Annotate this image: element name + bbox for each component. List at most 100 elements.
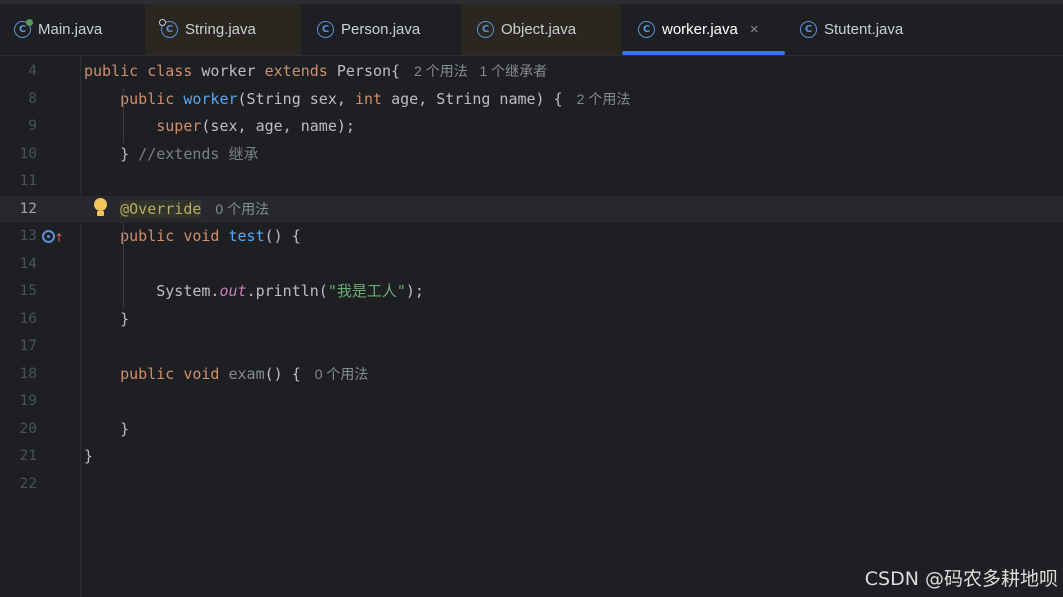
usage-hint[interactable]: 0 个用法 — [215, 201, 269, 217]
tab-object-java[interactable]: C Object.java — [461, 4, 621, 55]
code-token: (sex, age, name); — [201, 117, 355, 135]
line-number: 20 — [19, 420, 37, 437]
code-token: } — [84, 447, 94, 465]
line-number: 22 — [19, 475, 37, 492]
line-number: 21 — [19, 448, 37, 464]
line-number: 13 — [19, 228, 37, 244]
code-text: public void test() { — [84, 223, 301, 250]
class-icon: C — [638, 21, 655, 38]
code-line[interactable]: 13 public void test() { ↑ — [0, 223, 1063, 250]
code-token: out — [219, 282, 247, 300]
tab-worker-java[interactable]: C worker.java × — [622, 4, 785, 55]
code-token: public — [84, 62, 148, 80]
line-number: 15 — [19, 283, 37, 299]
line-number: 18 — [19, 365, 37, 382]
code-token: () { — [264, 227, 301, 245]
tab-label: Object.java — [501, 21, 577, 38]
watermark: CSDN @码农多耕地呗 — [864, 568, 1058, 590]
tab-stutent-java[interactable]: C Stutent.java — [785, 4, 945, 55]
code-text: super(sex, age, name); — [84, 113, 355, 140]
code-token: public — [120, 227, 184, 245]
code-line[interactable]: 15 System.out.println("我是工人"); — [0, 278, 1063, 305]
line-number: 16 — [19, 310, 37, 327]
code-token: super — [156, 117, 202, 135]
code-token: worker — [183, 89, 238, 108]
usage-hint[interactable]: 0 个用法 — [315, 366, 369, 382]
code-token: (String sex, — [237, 89, 355, 108]
line-number: 10 — [19, 145, 37, 162]
code-token: public — [120, 89, 184, 108]
code-token: } — [84, 419, 130, 438]
code-text: System.out.println("我是工人"); — [84, 278, 424, 305]
code-token: worker — [201, 62, 265, 80]
code-token: class — [147, 62, 202, 80]
tab-label: worker.java — [662, 21, 738, 38]
code-text: } //extends 继承 — [84, 141, 259, 168]
indent-guide — [123, 225, 124, 308]
code-token: test — [228, 227, 265, 245]
code-token: () { — [264, 364, 301, 383]
class-locked-icon: C — [159, 19, 178, 38]
tab-main-java[interactable]: C Main.java — [0, 4, 145, 55]
code-token: "我是工人" — [327, 282, 406, 300]
code-token: exam — [228, 364, 265, 383]
code-text: } — [84, 443, 93, 470]
code-token: //extends 继承 — [138, 144, 259, 163]
line-number: 4 — [28, 63, 37, 79]
code-token: public — [120, 364, 184, 383]
code-token: System. — [84, 282, 220, 300]
line-number: 8 — [28, 90, 37, 107]
code-line[interactable]: 20 } — [0, 416, 1063, 443]
code-line[interactable]: 19 — [0, 388, 1063, 415]
code-line[interactable]: 21} — [0, 443, 1063, 470]
usage-hint[interactable]: 2 个用法 1 个继承者 — [414, 63, 547, 79]
class-icon: C — [477, 21, 494, 38]
code-line[interactable]: 8 public worker(String sex, int age, Str… — [0, 86, 1063, 113]
overriding-method-icon[interactable]: ↑ — [42, 229, 64, 245]
code-text: @Override 0 个用法 — [84, 196, 269, 223]
code-token: ); — [405, 282, 424, 300]
usage-hint[interactable]: 2 个用法 — [577, 91, 631, 107]
close-icon[interactable]: × — [750, 21, 759, 38]
code-token: Person{ — [336, 62, 401, 80]
line-number: 9 — [28, 118, 37, 134]
code-line[interactable]: 16 } — [0, 306, 1063, 333]
line-number: 14 — [19, 255, 37, 272]
code-line[interactable]: 17 — [0, 333, 1063, 360]
code-line[interactable]: 18 public void exam() {0 个用法 — [0, 361, 1063, 388]
code-text: } — [84, 306, 129, 333]
tab-string-java[interactable]: C String.java — [145, 4, 301, 55]
code-token: age, String name) { — [391, 89, 563, 108]
code-token: @Override — [120, 199, 202, 218]
code-line[interactable]: 9 super(sex, age, name); — [0, 113, 1063, 140]
line-number: 17 — [19, 338, 37, 354]
code-line[interactable]: 12 @Override 0 个用法 — [0, 195, 1063, 223]
tab-label: Person.java — [341, 21, 421, 38]
class-icon: C — [317, 21, 334, 38]
tab-person-java[interactable]: C Person.java — [301, 4, 461, 55]
line-number: 11 — [19, 173, 37, 189]
code-token: .println( — [246, 282, 328, 300]
indent-guide — [123, 87, 124, 143]
code-line[interactable]: 14 — [0, 251, 1063, 278]
tab-label: Main.java — [38, 21, 103, 38]
code-token: } — [84, 309, 130, 328]
tab-label: String.java — [185, 21, 256, 38]
class-icon: C — [800, 21, 817, 38]
code-text: } — [84, 416, 129, 443]
editor-tab-bar: C Main.java C String.java C Person.java … — [0, 4, 1063, 56]
code-token: int — [354, 89, 392, 108]
code-line[interactable]: 11 — [0, 168, 1063, 195]
code-token: void — [183, 227, 229, 245]
code-line[interactable]: 22 — [0, 471, 1063, 498]
code-text: public class worker extends Person{ 2 个用法… — [84, 58, 547, 85]
code-token: extends — [264, 62, 337, 80]
code-line[interactable]: 4 public class worker extends Person{ 2 个用… — [0, 58, 1063, 85]
code-line[interactable]: 10 } //extends 继承 — [0, 141, 1063, 168]
tab-label: Stutent.java — [824, 21, 904, 38]
lightbulb-icon[interactable] — [93, 197, 107, 218]
